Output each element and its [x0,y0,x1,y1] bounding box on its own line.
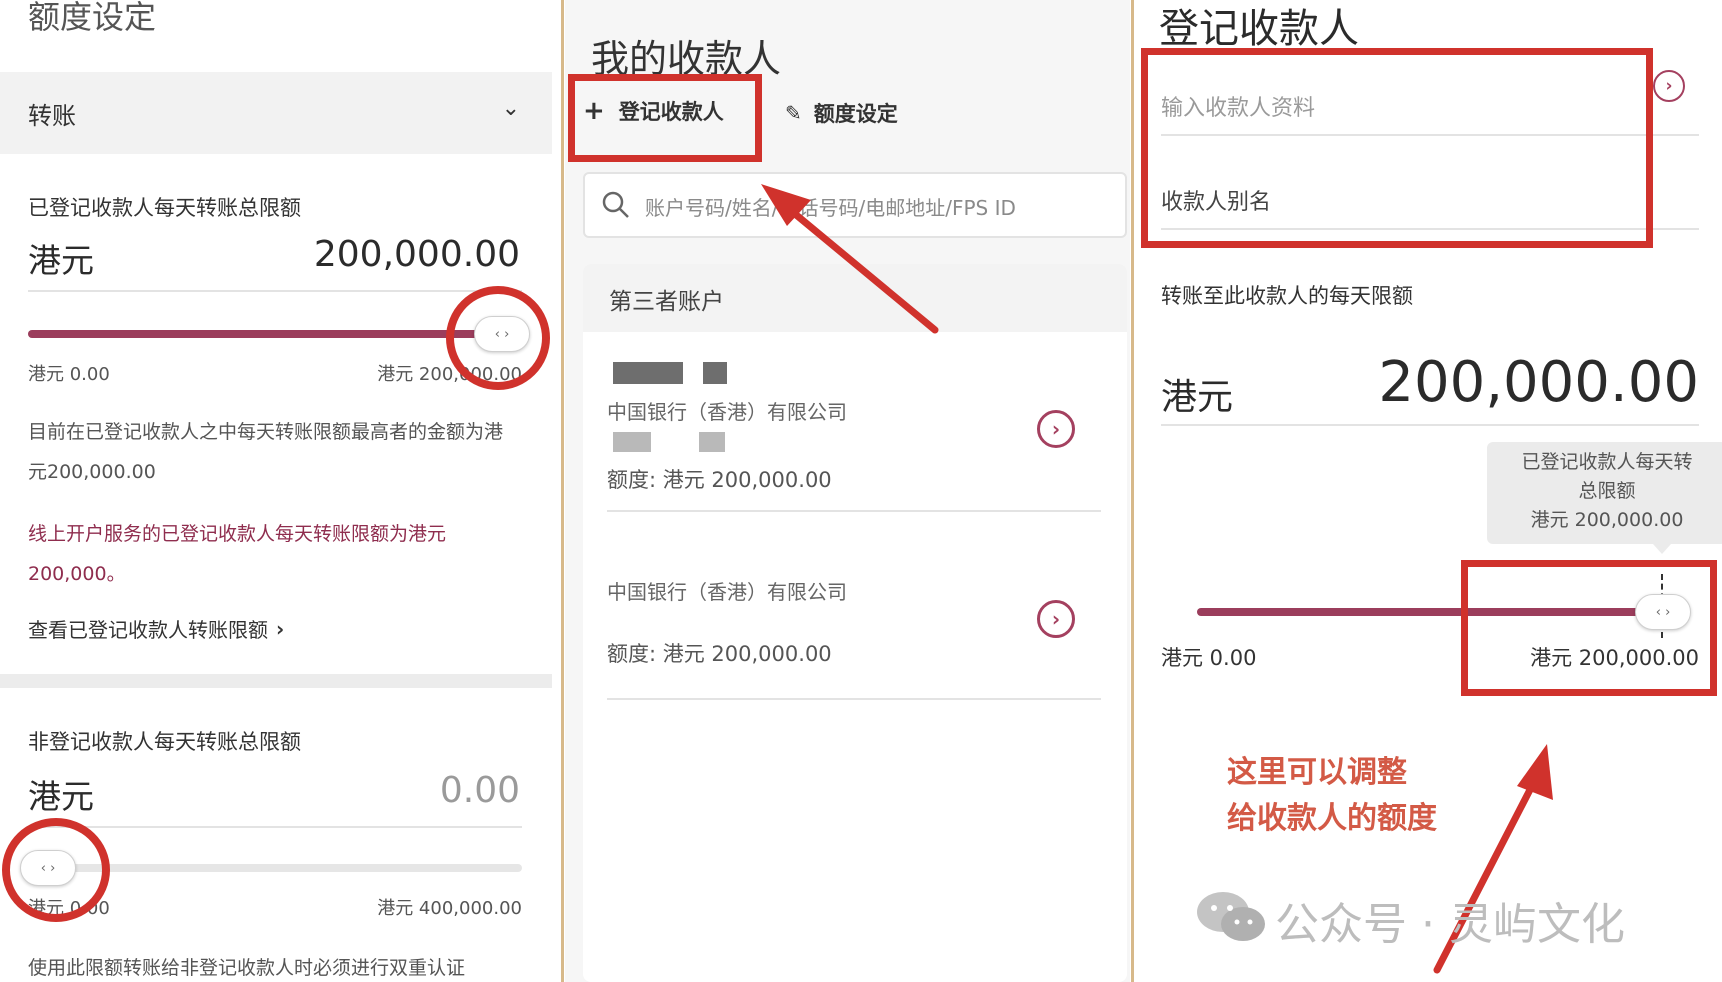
slider-min-label: 港元 0.00 [28,364,110,385]
screenshot-collage: 额度设定 转账 ⌄ 已登记收款人每天转账总限额 港元 200,000.00 ‹ … [0,0,1722,982]
wechat-logo-icon [1197,892,1265,941]
divider [28,290,522,292]
registered-limit-slider[interactable] [28,330,500,338]
registered-limit-note: 目前在已登记收款人之中每天转账限额最高者的金额为港元200,000.00 [28,421,504,483]
transfer-type-dropdown[interactable]: 转账 ⌄ [0,72,552,154]
register-payee-panel: 登记收款人 输入收款人资料 › 收款人别名 转账至此收款人的每天限额 港元 20… [1135,0,1722,982]
watermark-text: 公众号 · 灵屿文化 [1275,899,1625,950]
annotation-arrow [761,184,939,334]
slider-fill [28,330,500,338]
view-limits-link[interactable]: 查看已登记收款人转账限额 › [28,614,284,643]
divider [28,826,522,828]
section-divider [0,674,552,688]
chevron-down-icon: ⌄ [501,96,520,121]
unregistered-amount: 0.00 [439,770,520,811]
dropdown-value: 转账 [28,102,76,130]
panel-separator [1131,0,1134,982]
page-title: 额度设定 [28,0,157,36]
my-payees-panel: 我的收款人 + 登记收款人 ✎ 额度设定 账户号码/姓名/电话号码/电邮地址/F… [565,0,1130,982]
highlight-ring [2,818,110,922]
registered-currency: 港元 [28,241,94,280]
chevron-right-icon: › [276,616,285,641]
view-limits-link-label: 查看已登记收款人转账限额 [28,618,268,642]
dual-auth-note: 使用此限额转账给非登记收款人时必须进行双重认证 [28,957,466,979]
registered-amount: 200,000.00 [313,234,520,275]
limit-settings-panel: 额度设定 转账 ⌄ 已登记收款人每天转账总限额 港元 200,000.00 ‹ … [0,0,560,982]
online-account-note: 线上开户服务的已登记收款人每天转账限额为港元200,000。 [28,523,447,585]
panel-separator [561,0,564,982]
slider-max-label: 港元 400,000.00 [377,898,522,919]
unregistered-currency: 港元 [28,777,94,816]
unregistered-limit-label: 非登记收款人每天转账总限额 [28,730,301,754]
annotation-arrow [1433,744,1553,974]
highlight-ring [446,286,550,390]
registered-limit-label: 已登记收款人每天转账总限额 [28,196,301,220]
